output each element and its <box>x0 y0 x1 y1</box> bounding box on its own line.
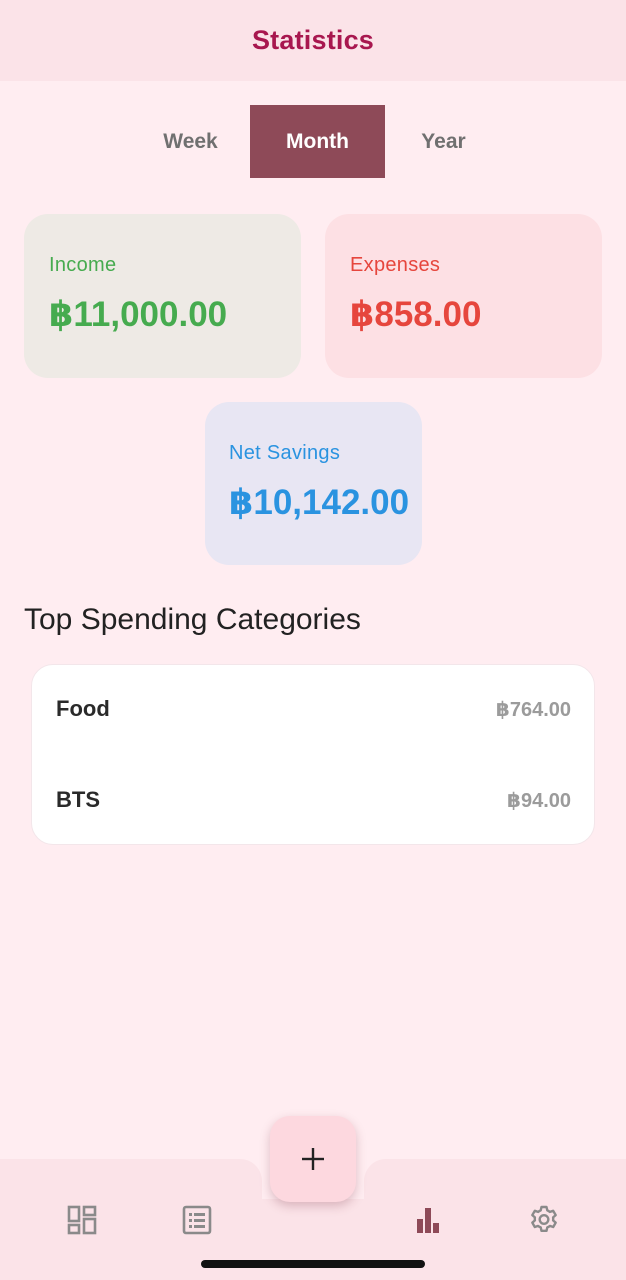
period-toggle: Week Month Year <box>123 105 507 178</box>
expenses-label: Expenses <box>350 254 441 276</box>
expenses-card: Expenses ฿858.00 <box>325 214 602 378</box>
nav-settings-button[interactable] <box>527 1203 561 1237</box>
period-month-button[interactable]: Month <box>250 105 385 178</box>
income-amount: ฿11,000.00 <box>49 295 228 334</box>
income-card: Income ฿11,000.00 <box>24 214 301 378</box>
nav-transactions-button[interactable] <box>180 1203 214 1237</box>
page-title: Statistics <box>251 25 375 55</box>
category-name: BTS <box>56 787 100 812</box>
category-amount: ฿764.00 <box>495 698 571 721</box>
add-transaction-button[interactable] <box>270 1116 356 1202</box>
app-bar: Statistics <box>0 0 626 81</box>
income-label: Income <box>49 254 117 276</box>
category-row[interactable]: BTS ฿94.00 <box>32 780 594 820</box>
plus-icon <box>302 1148 324 1170</box>
category-name: Food <box>56 696 110 721</box>
list-icon <box>182 1205 212 1235</box>
bar-chart-icon <box>417 1208 439 1233</box>
category-amount: ฿94.00 <box>507 789 571 812</box>
period-week-button[interactable]: Week <box>123 105 258 178</box>
dashboard-icon <box>67 1205 97 1235</box>
gear-icon <box>531 1205 557 1232</box>
category-row[interactable]: Food ฿764.00 <box>32 689 594 729</box>
top-categories-list: Food ฿764.00 BTS ฿94.00 <box>31 664 595 845</box>
home-indicator <box>201 1260 425 1268</box>
period-year-button[interactable]: Year <box>376 105 511 178</box>
net-savings-label: Net Savings <box>229 442 341 464</box>
net-savings-card: Net Savings ฿10,142.00 <box>205 402 422 565</box>
expenses-amount: ฿858.00 <box>350 295 482 334</box>
top-categories-heading: Top Spending Categories <box>24 603 361 636</box>
net-savings-amount: ฿10,142.00 <box>229 483 410 522</box>
nav-dashboard-button[interactable] <box>65 1203 99 1237</box>
nav-statistics-button[interactable] <box>411 1203 445 1237</box>
